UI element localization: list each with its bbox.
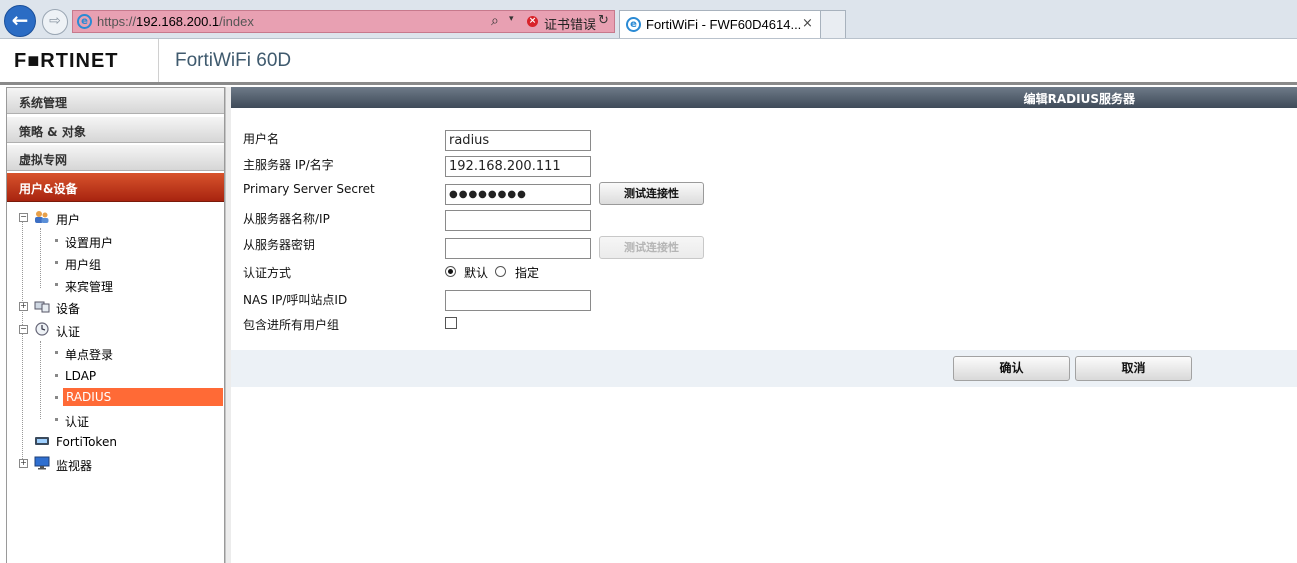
tree-item-ldap[interactable]: LDAP (7, 366, 224, 386)
tree-item-label: FortiToken (56, 435, 117, 449)
tree-item-label: LDAP (65, 369, 97, 383)
name-label: 用户名 (243, 132, 280, 146)
expand-icon[interactable]: + (19, 302, 28, 311)
fortinet-logo: F■RTINET (14, 50, 119, 72)
tree-item-user[interactable]: − 用户 (7, 208, 224, 228)
bullet-icon (55, 261, 58, 264)
ie-icon: e (77, 14, 92, 29)
token-icon (35, 437, 49, 445)
auth-specify-label: 指定 (515, 266, 540, 280)
close-icon[interactable]: × (802, 16, 813, 31)
collapse-icon[interactable]: − (19, 213, 28, 222)
tree-item-label: 认证 (56, 325, 81, 339)
tree-item-label: 设备 (56, 302, 81, 316)
search-icon[interactable]: ⌕ (491, 13, 499, 29)
tree-item-label: 监视器 (56, 459, 93, 473)
url-path: /index (219, 14, 254, 29)
bullet-icon (55, 351, 58, 354)
tree-item-radius[interactable]: RADIUS (7, 388, 224, 408)
tree-item-label: 用户 (56, 213, 81, 227)
include-all-groups-checkbox[interactable] (445, 317, 457, 329)
refresh-icon[interactable]: ↻ (598, 13, 609, 28)
browser-tab[interactable]: e FortiWiFi - FWF60D4614... × (619, 10, 821, 38)
url-text[interactable]: https://192.168.200.1/index (97, 14, 254, 29)
collapse-icon[interactable]: − (19, 325, 28, 334)
new-tab-button[interactable] (821, 10, 846, 38)
ok-button[interactable]: 确认 (953, 356, 1070, 381)
tree-item-label: RADIUS (63, 388, 223, 406)
product-name: FortiWiFi 60D (175, 50, 292, 71)
panel-title: 编辑RADIUS服务器 (1023, 92, 1135, 106)
name-input[interactable]: radius (445, 130, 591, 151)
expand-icon[interactable]: + (19, 459, 28, 468)
tree-item-device[interactable]: + 设备 (7, 297, 224, 317)
tree-item-fortitoken[interactable]: FortiToken (7, 432, 224, 452)
bullet-icon (55, 374, 58, 377)
tree-item-guest[interactable]: 来宾管理 (7, 275, 224, 295)
tree-item-label: 来宾管理 (65, 280, 114, 294)
tree-item-label: 认证 (65, 415, 90, 429)
app-header: F■RTINET FortiWiFi 60D (0, 39, 1297, 85)
nav-section-label: 虚拟专网 (19, 153, 68, 167)
error-icon[interactable]: × (527, 16, 538, 27)
address-bar[interactable]: e https://192.168.200.1/index ⌕ ▾ × 证书错误… (72, 10, 615, 33)
form-footer: 确认 取消 (231, 350, 1297, 387)
secondary-server-secret-label: 从服务器密钥 (243, 238, 316, 252)
primary-server-secret-input[interactable]: ●●●●●●●● (445, 184, 591, 205)
nav-section-label: 用户&设备 (19, 182, 78, 196)
test-connectivity-button[interactable]: 测试连接性 (599, 182, 704, 205)
primary-server-ip-input[interactable]: 192.168.200.111 (445, 156, 591, 177)
tree-item-label: 用户组 (65, 258, 102, 272)
tree-item-user-group[interactable]: 用户组 (7, 253, 224, 273)
nas-ip-input[interactable] (445, 290, 591, 311)
test-connectivity-secondary-button[interactable]: 测试连接性 (599, 236, 704, 259)
tree-item-monitor[interactable]: + 监视器 (7, 454, 224, 474)
tree-item-label: 单点登录 (65, 348, 114, 362)
users-icon (35, 211, 49, 223)
auth-default-label: 默认 (464, 266, 489, 280)
certificate-error[interactable]: 证书错误 (544, 14, 596, 33)
browser-toolbar: ← ⇨ e https://192.168.200.1/index ⌕ ▾ × … (0, 0, 1297, 39)
tab-title: FortiWiFi - FWF60D4614... (646, 17, 802, 32)
auth-method-label: 认证方式 (243, 266, 292, 280)
device-icon (34, 301, 50, 313)
secondary-server-ip-label: 从服务器名称/IP (243, 212, 330, 226)
tree-item-label: 设置用户 (65, 236, 114, 250)
bullet-icon (55, 283, 58, 286)
nav-section-label: 策略 & 对象 (19, 125, 86, 139)
clock-icon (35, 322, 49, 336)
nav-section-system[interactable]: 系统管理 (7, 88, 224, 114)
tree-item-auth-sub[interactable]: 认证 (7, 410, 224, 430)
bullet-icon (55, 239, 58, 242)
panel-title-bar: 编辑RADIUS服务器 (231, 87, 1297, 108)
chevron-down-icon[interactable]: ▾ (509, 14, 514, 24)
auth-specify-radio[interactable] (495, 266, 506, 277)
ie-icon: e (626, 17, 641, 32)
bullet-icon (55, 418, 58, 421)
bullet-icon (55, 396, 58, 399)
monitor-icon (34, 456, 50, 470)
secondary-server-ip-input[interactable] (445, 210, 591, 231)
header-divider (158, 39, 159, 82)
nav-section-label: 系统管理 (19, 96, 68, 110)
secondary-server-secret-input[interactable] (445, 238, 591, 259)
tree-item-sso[interactable]: 单点登录 (7, 343, 224, 363)
main-panel: 编辑RADIUS服务器 用户名 radius 主服务器 IP/名字 192.16… (231, 87, 1297, 563)
back-button[interactable]: ← (4, 5, 36, 37)
nav-section-user-device[interactable]: 用户&设备 (7, 173, 224, 202)
url-host: 192.168.200.1 (136, 14, 220, 29)
primary-server-ip-label: 主服务器 IP/名字 (243, 158, 334, 172)
tree-item-auth[interactable]: − 认证 (7, 320, 224, 340)
nas-ip-label: NAS IP/呼叫站点ID (243, 293, 348, 307)
nav-section-vpn[interactable]: 虚拟专网 (7, 145, 224, 171)
auth-default-radio[interactable] (445, 266, 456, 277)
include-all-groups-label: 包含进所有用户组 (243, 318, 340, 332)
forward-button[interactable]: ⇨ (42, 9, 68, 35)
sidebar: 系统管理 策略 & 对象 虚拟专网 用户&设备 − 用户 设置用户 用户组 来宾… (6, 87, 225, 563)
cancel-button[interactable]: 取消 (1075, 356, 1192, 381)
primary-server-secret-label: Primary Server Secret (243, 182, 375, 196)
nav-section-policy[interactable]: 策略 & 对象 (7, 117, 224, 143)
url-prefix: https:// (97, 14, 137, 29)
tree-item-user-setup[interactable]: 设置用户 (7, 231, 224, 251)
